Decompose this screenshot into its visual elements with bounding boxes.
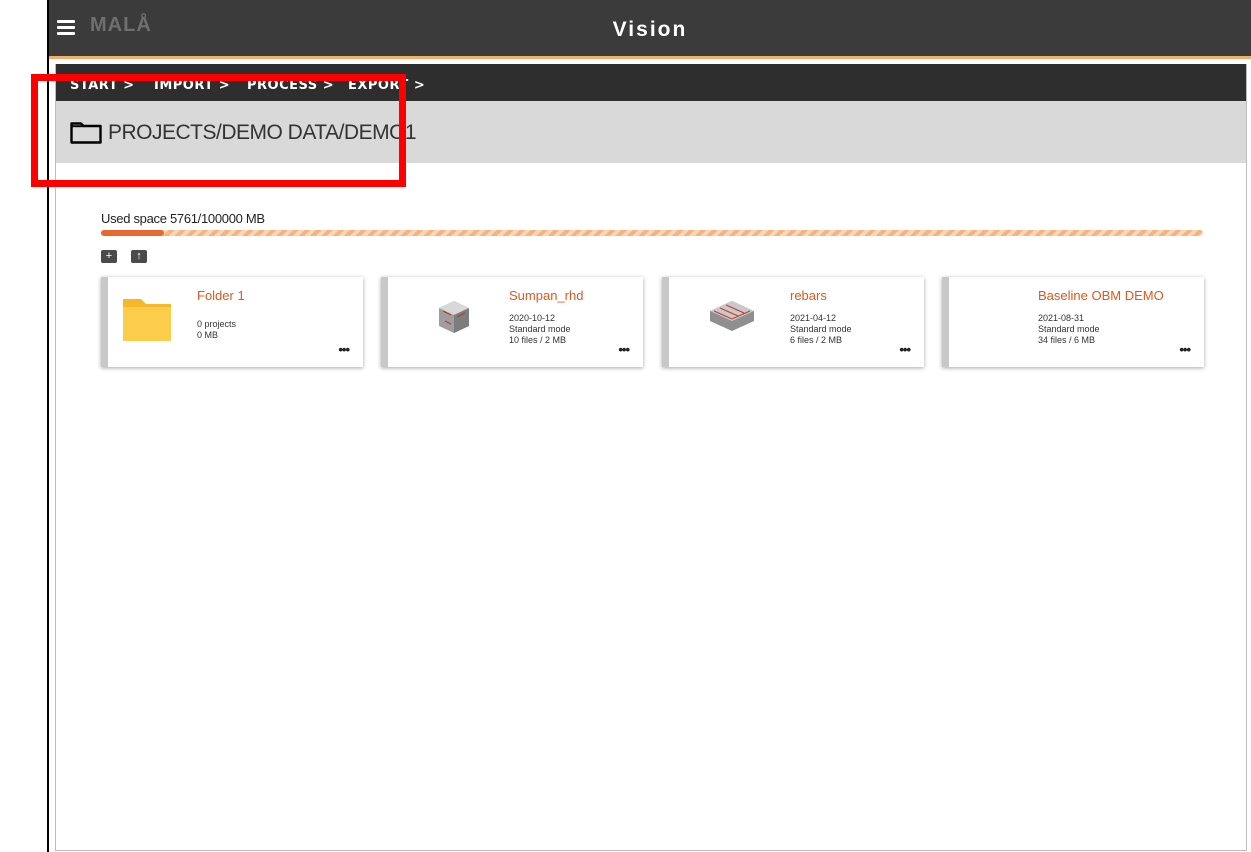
app-bar-accent-line (49, 56, 1251, 59)
used-space-label: Used space 5761/100000 MB (101, 211, 265, 226)
card-stripe (942, 277, 949, 367)
card-more-options-icon[interactable]: ••• (618, 342, 630, 357)
card-mode: Standard mode (509, 324, 571, 334)
card-date: 2021-08-31 (1038, 313, 1085, 323)
card-title[interactable]: rebars (790, 288, 827, 303)
card-date: 2021-04-12 (790, 313, 837, 323)
card-title[interactable]: Folder 1 (197, 288, 245, 303)
card-title[interactable]: Sumpan_rhd (509, 288, 583, 303)
3d-volume-thumbnail-icon (710, 301, 754, 331)
card-project-count: 0 projects (197, 319, 237, 329)
highlight-annotation-box (31, 74, 406, 187)
card-stripe (101, 277, 108, 367)
3d-volume-thumbnail-icon (439, 301, 469, 333)
project-card[interactable]: Sumpan_rhd 2020-10-12 Standard mode 10 f… (381, 277, 643, 367)
storage-usage-fill (101, 230, 165, 236)
card-stripe (381, 277, 388, 367)
card-title[interactable]: Baseline OBM DEMO (1038, 288, 1164, 303)
card-mode: Standard mode (790, 324, 852, 334)
yellow-folder-icon (123, 299, 171, 341)
upload-button[interactable]: ↑ (131, 250, 147, 263)
project-card[interactable]: Baseline OBM DEMO 2021-08-31 Standard mo… (942, 277, 1204, 367)
app-title: Vision (612, 18, 688, 41)
new-folder-button[interactable]: + (101, 250, 117, 263)
card-more-options-icon[interactable]: ••• (338, 342, 350, 357)
storage-usage-bar (101, 230, 1203, 236)
card-file-info: 34 files / 6 MB (1038, 335, 1096, 345)
card-file-info: 10 files / 2 MB (509, 335, 567, 345)
app-bar: MALÅ Vision (49, 0, 1251, 59)
card-more-options-icon[interactable]: ••• (899, 342, 911, 357)
project-card[interactable]: rebars 2021-04-12 Standard mode 6 files … (662, 277, 924, 367)
card-mode: Standard mode (1038, 324, 1100, 334)
card-file-info: 6 files / 2 MB (790, 335, 843, 345)
card-more-options-icon[interactable]: ••• (1179, 342, 1191, 357)
upload-icon: ↑ (136, 250, 142, 262)
card-size: 0 MB (197, 330, 219, 340)
card-stripe (662, 277, 669, 367)
new-folder-icon: + (105, 250, 113, 262)
card-date: 2020-10-12 (509, 313, 556, 323)
folder-card[interactable]: Folder 1 0 projects 0 MB ••• (101, 277, 363, 367)
